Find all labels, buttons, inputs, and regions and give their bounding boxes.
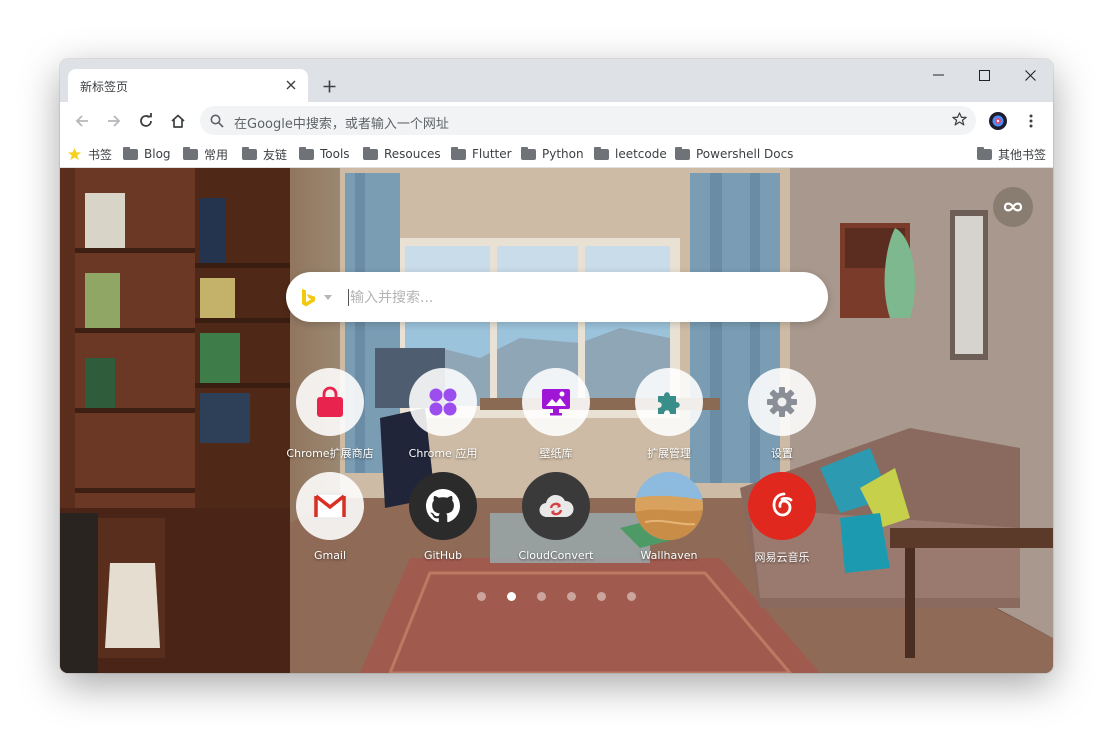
page-dot[interactable]	[567, 592, 576, 601]
gear-icon	[748, 368, 816, 436]
tile-label: 壁纸库	[539, 447, 573, 460]
page-dot[interactable]	[477, 592, 486, 601]
bookmark-label: leetcode	[615, 147, 667, 161]
chevron-down-icon	[324, 295, 332, 300]
tile-cloudconvert[interactable]: CloudConvert	[506, 472, 606, 572]
bookmark-folder-flutter[interactable]: Flutter	[451, 144, 512, 164]
bookmark-folder-common[interactable]: 常用	[183, 144, 228, 164]
new-tab-button[interactable]	[318, 75, 340, 97]
github-icon	[409, 472, 477, 540]
tile-extension-manager[interactable]: 扩展管理	[619, 368, 719, 468]
tab-close-icon[interactable]	[282, 76, 300, 94]
folder-icon	[363, 146, 378, 160]
bookmark-label: Powershell Docs	[696, 147, 794, 161]
folder-icon	[675, 146, 690, 160]
tile-netease-music[interactable]: 网易云音乐	[732, 472, 832, 572]
apps-grid-icon	[409, 368, 477, 436]
puzzle-icon	[635, 368, 703, 436]
address-bar[interactable]: 在Google中搜索，或者输入一个网址	[200, 106, 976, 135]
newtab-search-box[interactable]	[286, 272, 828, 322]
bookmark-folder-python[interactable]: Python	[521, 144, 584, 164]
folder-icon	[451, 146, 466, 160]
tile-label: 网易云音乐	[754, 551, 810, 564]
bookmark-folder-powershell-docs[interactable]: Powershell Docs	[675, 144, 793, 164]
bookmark-label: 其他书签	[998, 147, 1047, 162]
bookmark-folder-leetcode[interactable]: leetcode	[594, 144, 667, 164]
tile-chrome-web-store[interactable]: Chrome扩展商店	[280, 368, 380, 468]
toolbar: 在Google中搜索，或者输入一个网址	[60, 102, 1053, 139]
tile-wallpaper-library[interactable]: 壁纸库	[506, 368, 606, 468]
close-window-button[interactable]	[1015, 65, 1045, 85]
browser-window: 新标签页 在Google中搜索，或者输入一个网址 书签 Blog 常用 友链 T…	[60, 59, 1053, 673]
cloudconvert-icon	[522, 472, 590, 540]
tile-label: GitHub	[423, 549, 463, 562]
page-dot[interactable]	[597, 592, 606, 601]
bing-icon	[302, 289, 315, 307]
maximize-button[interactable]	[969, 65, 999, 85]
tab-strip: 新标签页	[60, 59, 1053, 102]
back-button[interactable]	[69, 108, 95, 134]
wallpaper-icon	[522, 368, 590, 436]
minimize-button[interactable]	[923, 65, 953, 85]
shopping-bag-icon	[296, 368, 364, 436]
folder-icon	[299, 146, 314, 160]
bookmarks-star-folder[interactable]: 书签	[67, 144, 112, 164]
tile-github[interactable]: GitHub	[393, 472, 493, 572]
bookmark-label: Python	[542, 147, 584, 161]
folder-icon	[242, 146, 257, 160]
bookmark-label: 友链	[263, 147, 288, 162]
search-engine-selector[interactable]	[300, 288, 332, 308]
bookmark-label: 常用	[204, 147, 229, 162]
tile-label: Wallhaven	[640, 549, 698, 562]
page-dot-active[interactable]	[507, 592, 516, 601]
tile-wallhaven[interactable]: Wallhaven	[619, 472, 719, 572]
home-button[interactable]	[165, 108, 191, 134]
tile-label: CloudConvert	[518, 549, 594, 562]
tile-label: 扩展管理	[647, 447, 691, 460]
tile-settings[interactable]: 设置	[732, 368, 832, 468]
bookmark-star-icon[interactable]	[951, 111, 968, 132]
newtab-page: Chrome扩展商店 Chrome 应用 壁纸库 扩展管理 设置	[60, 168, 1053, 673]
bookmark-folder-blog[interactable]: Blog	[123, 144, 171, 164]
page-indicator	[472, 592, 642, 602]
folder-icon	[521, 146, 536, 160]
bookmark-folder-resouces[interactable]: Resouces	[363, 144, 441, 164]
bookmark-label: Tools	[320, 147, 350, 161]
search-icon	[210, 113, 224, 132]
tab-title: 新标签页	[80, 80, 129, 94]
infinity-icon[interactable]	[993, 187, 1033, 227]
bookmark-folder-tools[interactable]: Tools	[299, 144, 350, 164]
tile-chrome-apps[interactable]: Chrome 应用	[393, 368, 493, 468]
search-input[interactable]	[348, 284, 792, 312]
tile-label: Chrome扩展商店	[286, 447, 374, 460]
tile-gmail[interactable]: Gmail	[280, 472, 380, 572]
bookmark-label: 书签	[88, 147, 113, 162]
tab-new-tab[interactable]: 新标签页	[68, 69, 308, 102]
netease-music-icon	[748, 472, 816, 540]
tile-label: Chrome 应用	[408, 447, 478, 460]
folder-icon	[977, 146, 992, 160]
bookmark-label: Blog	[144, 147, 171, 161]
extension-icon[interactable]	[985, 108, 1011, 134]
bookmark-folder-friends[interactable]: 友链	[242, 144, 287, 164]
gmail-icon	[296, 472, 364, 540]
menu-icon[interactable]	[1018, 108, 1044, 134]
bookmark-label: Flutter	[472, 147, 512, 161]
folder-icon	[123, 146, 138, 160]
folder-icon	[594, 146, 609, 160]
bookmark-label: Resouces	[384, 147, 441, 161]
tile-label: Gmail	[313, 549, 347, 562]
bookmark-folder-other[interactable]: 其他书签	[977, 144, 1046, 164]
reload-button[interactable]	[133, 108, 159, 134]
forward-button[interactable]	[101, 108, 127, 134]
bookmarks-bar: 书签 Blog 常用 友链 Tools Resouces Flutter Pyt…	[60, 139, 1053, 168]
desert-icon	[635, 472, 703, 540]
star-icon	[67, 147, 82, 160]
folder-icon	[183, 146, 198, 160]
tile-label: 设置	[771, 447, 793, 460]
address-placeholder: 在Google中搜索，或者输入一个网址	[234, 117, 449, 132]
page-dot[interactable]	[627, 592, 636, 601]
page-dot[interactable]	[537, 592, 546, 601]
